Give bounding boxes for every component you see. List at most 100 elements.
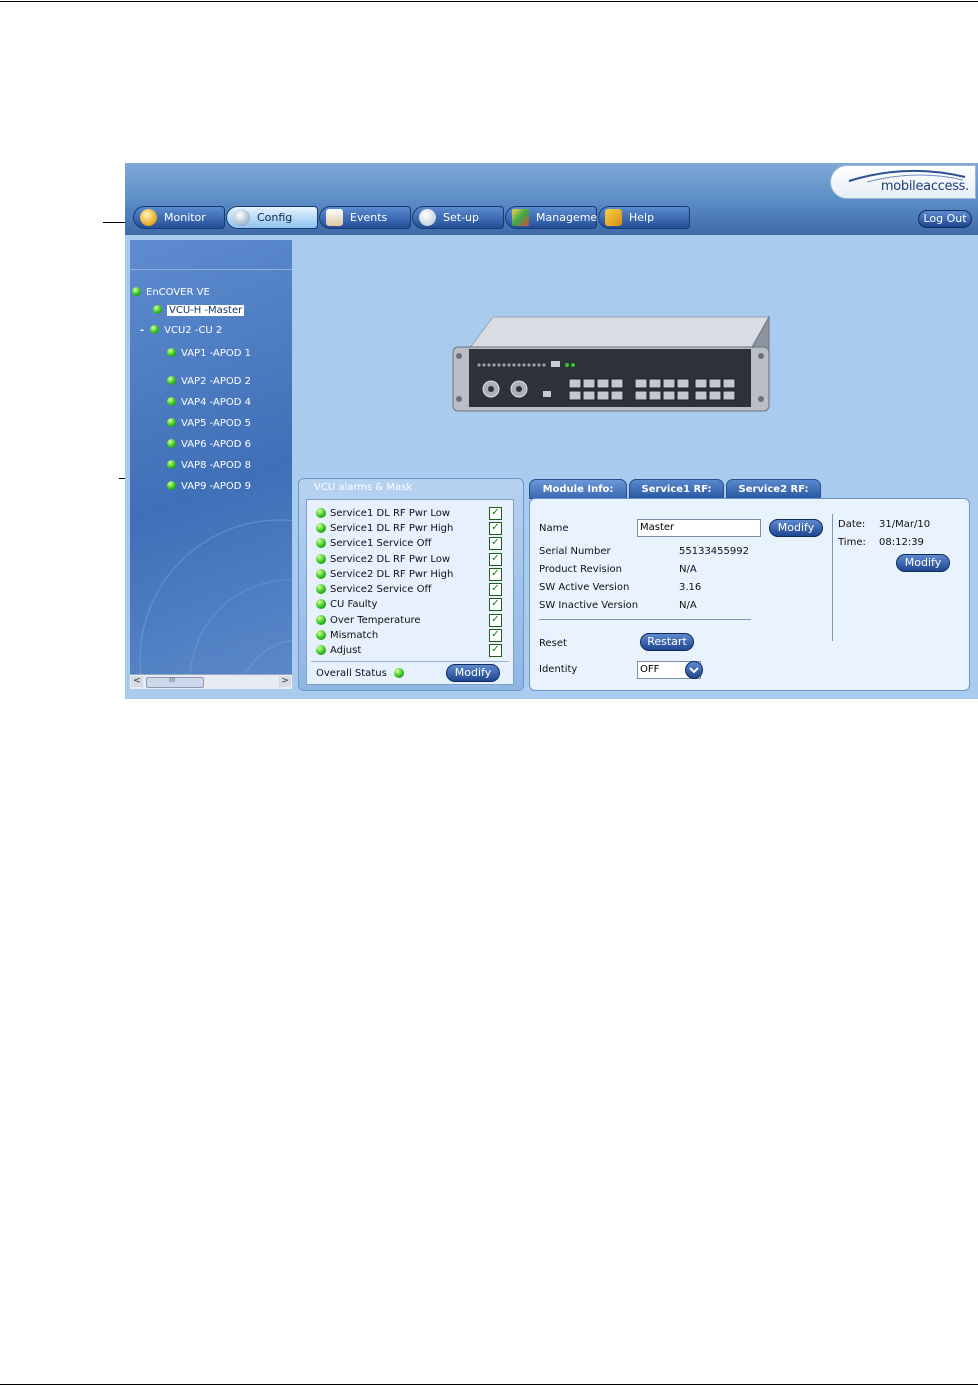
status-ok-icon: [316, 538, 326, 548]
page-top-rule: [0, 1, 978, 2]
identity-label: Identity: [539, 664, 578, 675]
alarm-row: Adjust ✓: [316, 643, 506, 658]
alarms-list: Service1 DL RF Pwr Low ✓ Service1 DL RF P…: [306, 499, 514, 685]
tab-monitor[interactable]: Monitor: [133, 206, 225, 229]
tree-node-vcu2[interactable]: - VCU2 -CU 2: [140, 324, 222, 338]
alarm-row: Service2 DL RF Pwr Low ✓: [316, 552, 506, 567]
alarm-mask-checkbox[interactable]: ✓: [489, 583, 502, 596]
status-ok-icon: [167, 481, 176, 490]
tree-node-vap9[interactable]: VAP9 -APOD 9: [167, 480, 251, 494]
status-ok-icon: [316, 599, 326, 609]
status-ok-icon: [167, 460, 176, 469]
alarm-row: Over Temperature ✓: [316, 613, 506, 628]
scroll-grip: III: [169, 676, 176, 684]
status-ok-icon: [167, 348, 176, 357]
mobileaccess-logo: mobileaccess.: [830, 165, 976, 199]
alarm-row: Service1 Service Off ✓: [316, 536, 506, 551]
overall-status-label: Overall Status: [316, 668, 387, 679]
serial-number-label: Serial Number: [539, 546, 611, 557]
tree-node-vap4[interactable]: VAP4 -APOD 4: [167, 396, 251, 410]
top-nav-bar: mobileaccess. Monitor Config Events Set-…: [125, 163, 978, 235]
date-value: 31/Mar/10: [879, 519, 931, 530]
tab-help-label: Help: [629, 211, 655, 224]
tree-node-vap5[interactable]: VAP5 -APOD 5: [167, 417, 251, 431]
tab-management[interactable]: Management: [505, 206, 608, 229]
status-ok-icon: [316, 630, 326, 640]
wrench-icon: [233, 209, 250, 226]
tree-node-vap1[interactable]: VAP1 -APOD 1: [167, 347, 251, 361]
logo-text: mobileaccess.: [880, 179, 969, 194]
identity-value: OFF: [640, 664, 660, 675]
logout-button[interactable]: Log Out: [918, 210, 972, 228]
tab-config[interactable]: Config: [226, 206, 318, 229]
tree-node-vap2[interactable]: VAP2 -APOD 2: [167, 375, 251, 389]
alarms-footer-divider: [311, 661, 509, 662]
management-icon: [512, 209, 529, 226]
scroll-thumb[interactable]: III: [146, 676, 204, 688]
tab-monitor-label: Monitor: [164, 211, 206, 224]
alarm-row: CU Faulty ✓: [316, 597, 506, 612]
scroll-right-arrow-icon[interactable]: >: [279, 676, 291, 687]
alarm-row: Service2 DL RF Pwr High ✓: [316, 567, 506, 582]
scroll-left-arrow-icon[interactable]: <: [131, 676, 143, 687]
app-window: mobileaccess. Monitor Config Events Set-…: [125, 163, 978, 699]
status-ok-icon: [316, 569, 326, 579]
datetime-modify-button[interactable]: Modify: [896, 554, 950, 572]
alarm-mask-checkbox[interactable]: ✓: [489, 644, 502, 657]
sw-inactive-label: SW Inactive Version: [539, 600, 639, 611]
tab-setup[interactable]: Set-up: [412, 206, 504, 229]
tree-node-vap6[interactable]: VAP6 -APOD 6: [167, 438, 251, 452]
alarm-mask-checkbox[interactable]: ✓: [489, 614, 502, 627]
tab-module-info[interactable]: Module Info:: [529, 479, 627, 499]
status-ok-icon: [167, 397, 176, 406]
tab-service2-rf[interactable]: Service2 RF:: [726, 479, 821, 499]
time-label: Time:: [838, 537, 866, 548]
status-ok-icon: [316, 615, 326, 625]
events-icon: [326, 209, 343, 226]
tree-node-vap8[interactable]: VAP8 -APOD 8: [167, 459, 251, 473]
tab-events-label: Events: [350, 211, 388, 224]
info-divider: [539, 619, 751, 620]
alarm-mask-checkbox[interactable]: ✓: [489, 553, 502, 566]
alarm-mask-checkbox[interactable]: ✓: [489, 507, 502, 520]
tree-node-vcu-master[interactable]: VCU-H -Master: [153, 304, 245, 318]
identity-select[interactable]: OFF: [637, 661, 703, 679]
alarms-modify-button[interactable]: Modify: [446, 664, 500, 682]
status-ok-icon: [167, 418, 176, 427]
status-ok-icon: [132, 287, 141, 296]
hammer-icon: [419, 209, 436, 226]
tree-horizontal-scrollbar[interactable]: < III >: [130, 674, 292, 689]
status-ok-icon: [167, 376, 176, 385]
tab-config-label: Config: [257, 211, 293, 224]
status-ok-icon: [316, 554, 326, 564]
tab-events[interactable]: Events: [319, 206, 411, 229]
status-ok-icon: [167, 439, 176, 448]
name-modify-button[interactable]: Modify: [769, 519, 823, 537]
chevron-down-icon[interactable]: [685, 661, 703, 679]
alarm-mask-checkbox[interactable]: ✓: [489, 537, 502, 550]
alarm-mask-checkbox[interactable]: ✓: [489, 629, 502, 642]
module-info-panel: Name Master Modify Serial Number 5513345…: [529, 498, 970, 691]
sw-active-label: SW Active Version: [539, 582, 630, 593]
device-tree-panel: EnCOVER VE VCU-H -Master - VCU2 -CU 2 VAP…: [130, 240, 292, 689]
tab-service1-rf[interactable]: Service1 RF:: [629, 479, 724, 499]
status-ok-icon: [150, 325, 160, 334]
alarm-row: Service2 Service Off ✓: [316, 582, 506, 597]
page-bottom-rule: [0, 1384, 978, 1385]
alarm-mask-checkbox[interactable]: ✓: [489, 598, 502, 611]
alarms-panel-title: VCU alarms & Mask: [314, 482, 413, 493]
time-value: 08:12:39: [879, 537, 924, 548]
alarm-row: Service1 DL RF Pwr Low ✓: [316, 506, 506, 521]
status-ok-icon: [316, 645, 326, 655]
collapse-icon[interactable]: -: [140, 325, 144, 336]
tree-node-root[interactable]: EnCOVER VE: [132, 286, 210, 300]
serial-number-value: 55133455992: [679, 546, 749, 557]
name-field[interactable]: Master: [637, 519, 761, 537]
sw-active-value: 3.16: [679, 582, 702, 593]
tab-help[interactable]: Help: [598, 206, 690, 229]
status-ok-icon: [316, 584, 326, 594]
restart-button[interactable]: Restart: [640, 633, 694, 651]
alarm-mask-checkbox[interactable]: ✓: [489, 568, 502, 581]
datetime-divider: [832, 514, 833, 641]
alarm-mask-checkbox[interactable]: ✓: [489, 522, 502, 535]
